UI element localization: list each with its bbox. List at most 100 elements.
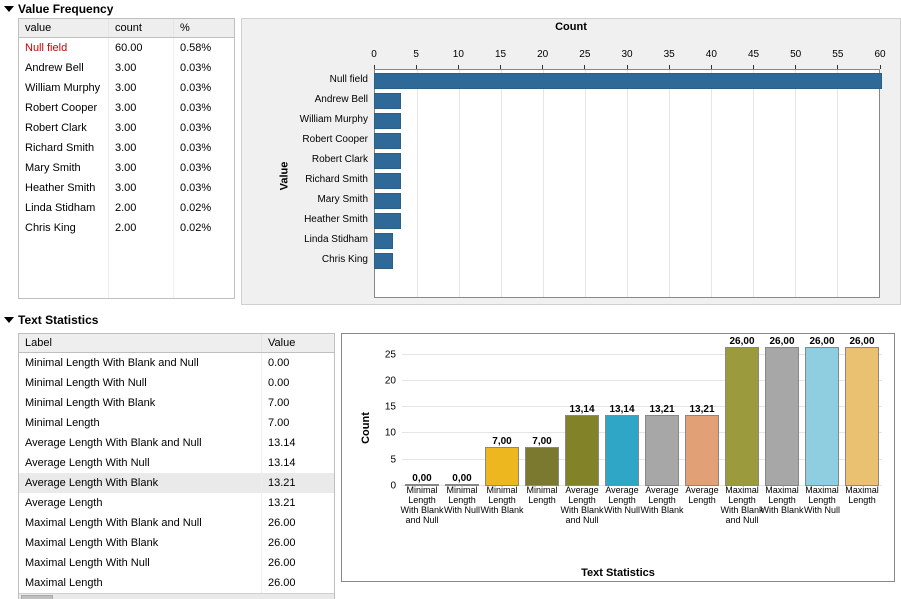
table-row[interactable]: Mary Smith3.000.03% [19, 158, 234, 178]
vf-cell-value: Chris King [19, 218, 109, 238]
table-row[interactable]: Chris King2.000.02% [19, 218, 234, 238]
table-row[interactable]: Linda Stidham2.000.02% [19, 198, 234, 218]
ts-bar-value: 7,00 [522, 436, 562, 447]
vf-bar-label: Null field [330, 74, 368, 85]
vf-cell-count: 2.00 [109, 198, 174, 218]
vf-col-count[interactable]: count [109, 19, 174, 38]
vf-bar-label: Linda Stidham [304, 234, 368, 245]
table-row[interactable]: Average Length With Blank and Null13.14 [19, 433, 334, 453]
vf-cell-percent: 0.03% [174, 118, 235, 138]
ts-bar-col: 0,00 [402, 344, 442, 486]
vf-cell-percent [174, 238, 235, 258]
table-row[interactable]: Average Length With Null13.14 [19, 453, 334, 473]
ts-bar-value: 13,21 [682, 404, 722, 415]
table-row[interactable]: Minimal Length With Null0.00 [19, 373, 334, 393]
vf-cell-percent: 0.03% [174, 58, 235, 78]
table-row[interactable]: Minimal Length7.00 [19, 413, 334, 433]
table-row[interactable] [19, 238, 234, 258]
vf-bar [374, 93, 401, 109]
vf-cell-percent: 0.58% [174, 38, 235, 59]
ts-bar [685, 415, 719, 486]
table-row[interactable]: Average Length13.21 [19, 493, 334, 513]
ts-ytick: 0 [390, 481, 396, 492]
ts-cell-value: 13.14 [262, 453, 335, 473]
horizontal-scrollbar[interactable] [19, 593, 334, 599]
vf-bar [374, 253, 393, 269]
ts-bar-value: 26,00 [842, 336, 882, 347]
vf-cell-count: 3.00 [109, 158, 174, 178]
table-row[interactable]: William Murphy3.000.03% [19, 78, 234, 98]
ts-ytick: 15 [385, 402, 396, 413]
text-statistics-header[interactable]: Text Statistics [0, 311, 901, 329]
table-row[interactable]: Average Length With Blank13.21 [19, 473, 334, 493]
table-row[interactable] [19, 278, 234, 298]
ts-bar [725, 347, 759, 486]
vf-cell-count [109, 258, 174, 278]
table-row[interactable]: Heather Smith3.000.03% [19, 178, 234, 198]
table-row[interactable]: Maximal Length With Blank26.00 [19, 533, 334, 553]
table-row[interactable]: Maximal Length With Blank and Null26.00 [19, 513, 334, 533]
value-frequency-header[interactable]: Value Frequency [0, 0, 901, 18]
table-row[interactable] [19, 258, 234, 278]
ts-cell-value: 7.00 [262, 393, 335, 413]
ts-xtick-label: Minimal Length [520, 486, 565, 506]
value-frequency-table[interactable]: value count % Null field60.000.58%Andrew… [18, 18, 235, 299]
ts-cell-label: Average Length With Blank and Null [19, 433, 262, 453]
ts-bar-value: 26,00 [762, 336, 802, 347]
vf-xtick: 5 [413, 49, 419, 60]
ts-bar [845, 347, 879, 486]
vf-cell-value: Mary Smith [19, 158, 109, 178]
vf-bar [374, 193, 401, 209]
vf-cell-count: 3.00 [109, 178, 174, 198]
vf-chart-title: Count [555, 21, 587, 33]
vf-xtick: 60 [874, 49, 885, 60]
vf-bar [374, 173, 401, 189]
vf-bar-label: Richard Smith [305, 174, 368, 185]
vf-cell-value: Robert Cooper [19, 98, 109, 118]
ts-xtick-label: Average Length [680, 486, 725, 506]
ts-cell-label: Minimal Length With Null [19, 373, 262, 393]
vf-col-percent[interactable]: % [174, 19, 235, 38]
ts-chart-plot: 0,000,007,007,0013,1413,1413,2113,2126,0… [402, 344, 882, 486]
vf-bar-label: William Murphy [300, 114, 368, 125]
vf-bar-row: Null field [374, 73, 880, 87]
ts-bar-col: 26,00 [842, 344, 882, 486]
ts-bar [485, 447, 519, 486]
table-row[interactable]: Robert Clark3.000.03% [19, 118, 234, 138]
vf-bar [374, 133, 401, 149]
ts-col-label[interactable]: Label [19, 334, 262, 353]
ts-xtick-label: Average Length With Blank and Null [560, 486, 605, 526]
vf-xtick: 50 [790, 49, 801, 60]
vf-xtick: 15 [495, 49, 506, 60]
ts-bar-value: 26,00 [802, 336, 842, 347]
table-row[interactable]: Robert Cooper3.000.03% [19, 98, 234, 118]
vf-cell-value [19, 258, 109, 278]
table-row[interactable]: Richard Smith3.000.03% [19, 138, 234, 158]
ts-col-value[interactable]: Value [262, 334, 335, 353]
table-row[interactable]: Minimal Length With Blank7.00 [19, 393, 334, 413]
vf-cell-count [109, 238, 174, 258]
ts-cell-value: 26.00 [262, 553, 335, 573]
vf-bar-label: Robert Cooper [302, 134, 368, 145]
ts-cell-value: 13.21 [262, 493, 335, 513]
vf-xtick: 35 [664, 49, 675, 60]
vf-cell-count: 3.00 [109, 98, 174, 118]
table-row[interactable]: Maximal Length With Null26.00 [19, 553, 334, 573]
vf-bar-row: William Murphy [374, 113, 880, 127]
table-row[interactable]: Maximal Length26.00 [19, 573, 334, 593]
vf-xtick: 40 [706, 49, 717, 60]
vf-bar [374, 213, 401, 229]
table-row[interactable]: Andrew Bell3.000.03% [19, 58, 234, 78]
vf-cell-value: Robert Clark [19, 118, 109, 138]
table-row[interactable]: Minimal Length With Blank and Null0.00 [19, 353, 334, 374]
ts-bar-col: 0,00 [442, 344, 482, 486]
vf-bar-label: Chris King [322, 254, 368, 265]
vf-cell-count: 3.00 [109, 118, 174, 138]
text-statistics-table[interactable]: Label Value Minimal Length With Blank an… [18, 333, 335, 599]
vf-cell-percent: 0.03% [174, 138, 235, 158]
vf-col-value[interactable]: value [19, 19, 109, 38]
ts-cell-label: Average Length [19, 493, 262, 513]
table-row[interactable]: Null field60.000.58% [19, 38, 234, 59]
ts-bar-col: 26,00 [802, 344, 842, 486]
ts-cell-value: 7.00 [262, 413, 335, 433]
